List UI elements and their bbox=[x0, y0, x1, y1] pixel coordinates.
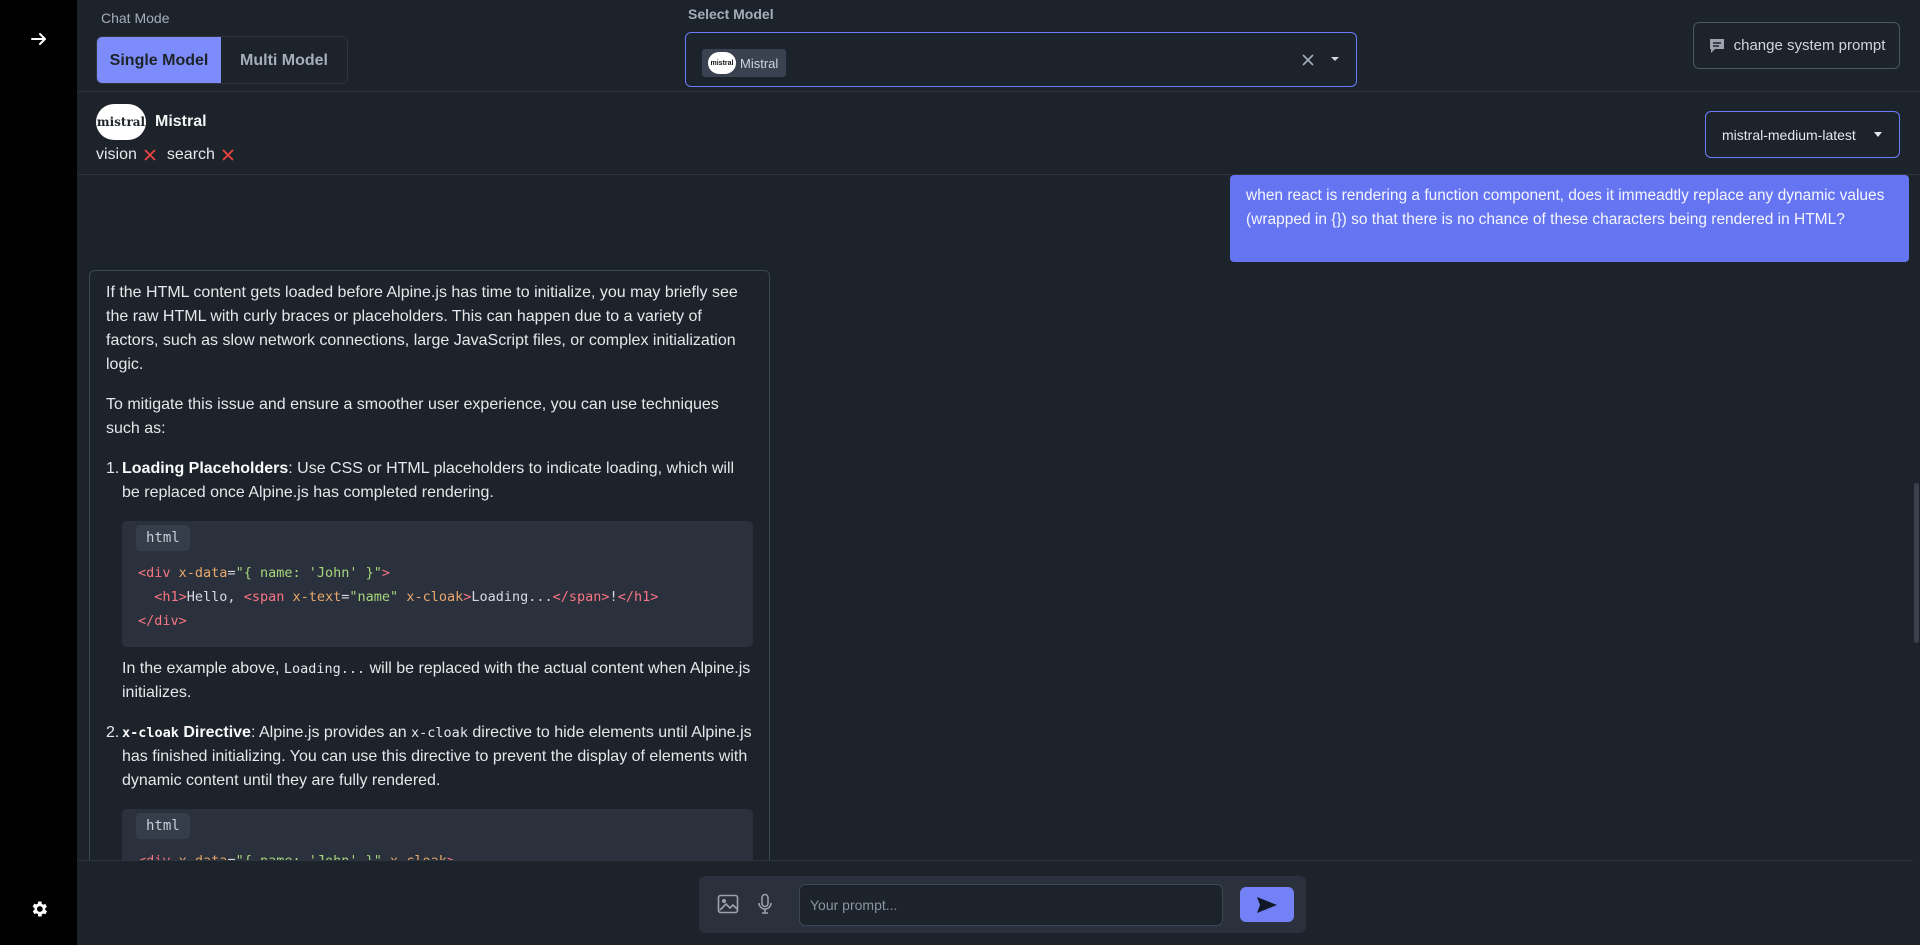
prompt-input[interactable] bbox=[799, 884, 1223, 926]
select-model-label: Select Model bbox=[688, 6, 774, 22]
inline-code: Loading... bbox=[283, 661, 366, 677]
left-rail bbox=[0, 0, 77, 945]
mistral-logo: mistral bbox=[96, 104, 146, 140]
inline-code: x-cloak bbox=[411, 725, 468, 741]
capability-search: search bbox=[166, 146, 215, 163]
chat-scrollbar[interactable] bbox=[1913, 175, 1920, 861]
microphone-icon[interactable] bbox=[757, 893, 773, 915]
paragraph: To mitigate this issue and ensure a smoo… bbox=[106, 396, 719, 437]
system-prompt-label: change system prompt bbox=[1733, 37, 1886, 54]
paragraph: If the HTML content gets loaded before A… bbox=[106, 284, 738, 373]
capabilities: vision search bbox=[96, 146, 245, 164]
send-icon bbox=[1257, 896, 1277, 913]
chat-bubble-icon bbox=[1709, 38, 1724, 53]
model-name: Mistral bbox=[155, 113, 207, 130]
ordered-list: 1. Loading Placeholders: Use CSS or HTML… bbox=[106, 457, 753, 861]
chevron-down-icon bbox=[1874, 132, 1882, 137]
inline-code: x-cloak bbox=[122, 725, 179, 741]
mistral-logo: mistral bbox=[708, 52, 736, 74]
model-header: mistral Mistral vision search mistral-me… bbox=[77, 92, 1920, 175]
close-icon bbox=[144, 149, 156, 161]
single-model-button[interactable]: Single Model bbox=[97, 37, 222, 83]
gear-icon[interactable] bbox=[29, 899, 49, 919]
arrow-right-icon[interactable] bbox=[29, 29, 49, 49]
list-item: 2. x-cloak Directive: Alpine.js provides… bbox=[106, 721, 753, 861]
code-line: <div x-data="{ name: 'John' }" x-cloak> bbox=[138, 853, 456, 861]
close-icon bbox=[222, 149, 234, 161]
code-line: <div x-data="{ name: 'John' }"> bbox=[138, 565, 391, 581]
code-language-badge: html bbox=[136, 813, 190, 839]
chat-mode-toggle: Single Model Multi Model bbox=[96, 36, 348, 84]
item-title: Loading Placeholders bbox=[122, 460, 289, 477]
selected-model-chip[interactable]: mistral Mistral bbox=[702, 49, 787, 77]
top-bar: Chat Mode Single Model Multi Model Selec… bbox=[77, 0, 1920, 92]
code-line: </div> bbox=[138, 613, 187, 629]
code-line: <h1>Hello, <span x-text="name" x-cloak>L… bbox=[154, 589, 659, 605]
scrollbar-thumb[interactable] bbox=[1914, 483, 1919, 643]
chat-mode-label: Chat Mode bbox=[101, 10, 170, 26]
composer bbox=[699, 876, 1306, 933]
chat-area: when react is rendering a function compo… bbox=[77, 175, 1913, 861]
multi-model-button[interactable]: Multi Model bbox=[221, 37, 347, 83]
model-variant-dropdown[interactable]: mistral-medium-latest bbox=[1705, 111, 1900, 158]
clear-icon[interactable] bbox=[1300, 52, 1316, 68]
chevron-down-icon[interactable] bbox=[1331, 55, 1339, 63]
image-upload-icon[interactable] bbox=[717, 893, 739, 915]
code-block: html <div x-data="{ name: 'John' }" x-cl… bbox=[122, 809, 753, 861]
model-select[interactable]: mistral Mistral bbox=[685, 32, 1357, 87]
capability-vision: vision bbox=[96, 146, 137, 163]
list-item: 1. Loading Placeholders: Use CSS or HTML… bbox=[106, 457, 753, 705]
code-block: html <div x-data="{ name: 'John' }"> <h1… bbox=[122, 521, 753, 647]
user-message: when react is rendering a function compo… bbox=[1230, 175, 1909, 262]
assistant-message: If the HTML content gets loaded before A… bbox=[89, 270, 770, 861]
chip-label: Mistral bbox=[740, 55, 779, 71]
change-system-prompt-button[interactable]: change system prompt bbox=[1693, 22, 1900, 69]
variant-label: mistral-medium-latest bbox=[1722, 126, 1856, 143]
code-language-badge: html bbox=[136, 525, 190, 551]
send-button[interactable] bbox=[1240, 887, 1294, 922]
